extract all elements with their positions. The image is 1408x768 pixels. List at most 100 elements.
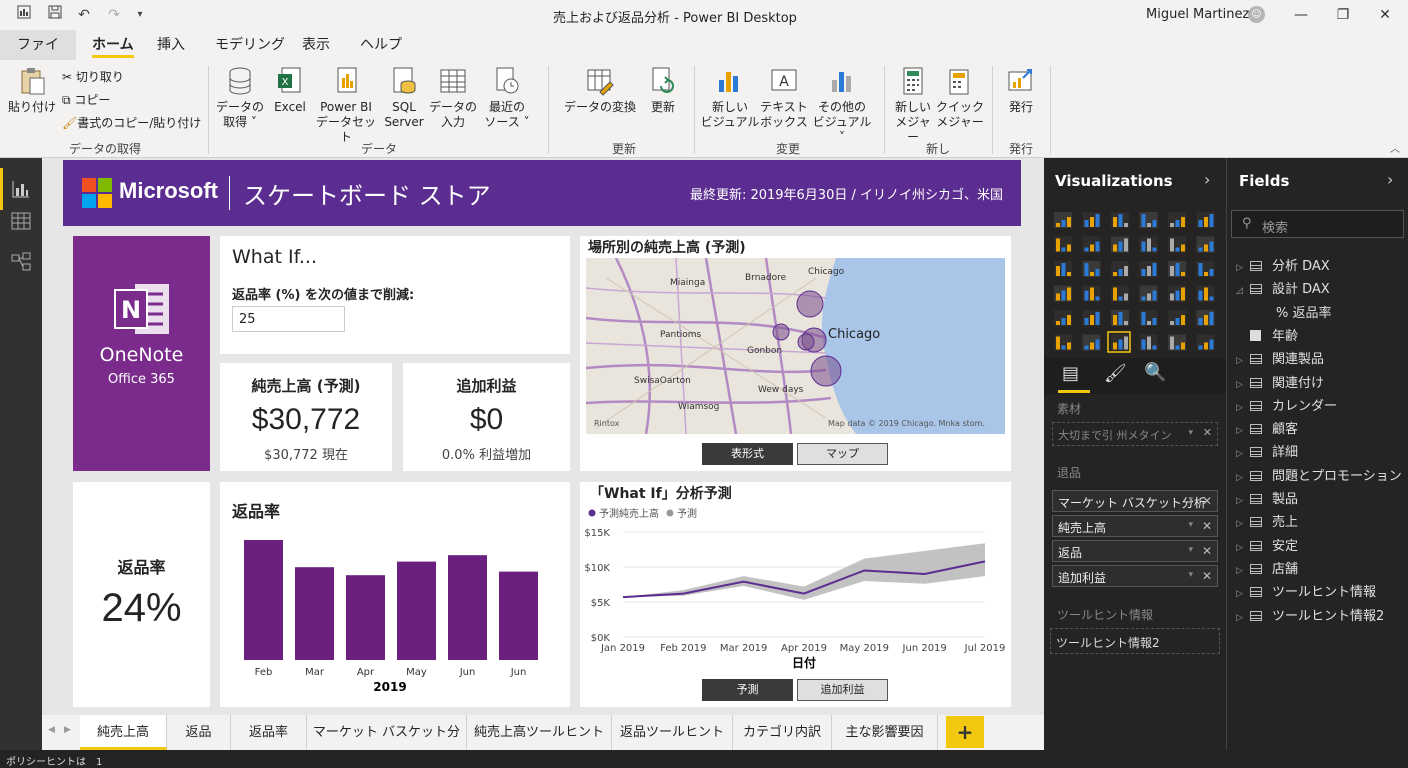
pbi-dataset-button[interactable]: Power BI データセット [314, 66, 378, 145]
field-list-item[interactable]: ▷ 問題とプロモーション [1236, 465, 1402, 484]
bar[interactable] [346, 575, 385, 660]
remove-icon[interactable]: ✕ [1202, 569, 1212, 583]
copy-button[interactable]: ⧉ コピー [62, 91, 110, 108]
tooltip-well[interactable]: ツールヒント情報2 [1050, 628, 1220, 654]
visual-type-icon[interactable] [1082, 261, 1101, 277]
add-page-button[interactable]: + [946, 716, 984, 748]
tabs-prev-icon[interactable]: ◀ [48, 725, 55, 735]
visual-type-icon[interactable] [1082, 285, 1101, 302]
visual-type-icon[interactable] [1168, 236, 1186, 253]
forecast-band[interactable] [623, 543, 985, 600]
remove-icon[interactable]: ✕ [1202, 494, 1212, 508]
visual-type-icon[interactable] [1054, 261, 1072, 277]
whatif-forecast-chart[interactable]: 「What If」分析予測 予測純売上高 予測 $0K $5K $10K $15K Jan … [580, 482, 1011, 707]
visual-type-icon[interactable] [1082, 310, 1101, 326]
other-visuals-button[interactable]: その他の ビジュアル ˅ [810, 66, 874, 145]
field-well-sales[interactable]: 純売上高 ▾ ✕ [1052, 515, 1218, 537]
visual-type-icon[interactable] [1168, 285, 1186, 302]
report-view-icon[interactable] [10, 178, 32, 200]
bar[interactable] [397, 561, 436, 660]
visual-type-icon[interactable] [1139, 212, 1158, 228]
map-bubble[interactable] [772, 323, 790, 341]
sql-server-button[interactable]: SQL Server [382, 66, 426, 130]
visual-type-gallery[interactable] [1044, 206, 1226, 356]
visual-type-icon[interactable] [1168, 310, 1186, 326]
collapse-ribbon-icon[interactable]: ︿ [1390, 140, 1400, 155]
get-data-button[interactable]: データの 取得 ˅ [214, 66, 266, 130]
visual-type-icon[interactable] [1139, 334, 1158, 351]
page-tab-sales[interactable]: 純売上高 [80, 715, 167, 750]
field-well-profit[interactable]: 追加利益 ▾ ✕ [1052, 565, 1218, 587]
paste-button[interactable]: 貼り付け [6, 66, 58, 115]
expand-icon[interactable]: ▷ [1236, 263, 1250, 273]
page-tab-category[interactable]: カテゴリ内訳 [733, 715, 832, 750]
visual-type-icon[interactable] [1139, 261, 1158, 277]
profit-button[interactable]: 追加利益 [797, 679, 888, 701]
remove-icon[interactable]: ✕ [1202, 519, 1212, 533]
field-list-item[interactable]: ▷ 売上 [1236, 511, 1298, 530]
visual-type-icon[interactable] [1082, 334, 1101, 351]
map-bubble[interactable] [797, 333, 815, 351]
field-list-item[interactable]: ▷ 安定 [1236, 535, 1298, 554]
expand-icon[interactable]: ▷ [1236, 613, 1250, 623]
tab-insert[interactable]: 挿入 [145, 30, 197, 60]
visual-type-icon[interactable] [1196, 285, 1215, 302]
field-list-item[interactable]: ▷ カレンダー [1236, 395, 1337, 414]
map-bubble[interactable] [810, 355, 842, 387]
analytics-tab-icon[interactable]: 🔍 [1144, 362, 1166, 383]
expand-icon[interactable]: ▷ [1236, 380, 1250, 390]
format-tab-icon[interactable]: 🖌 [1104, 363, 1127, 384]
visual-type-icon[interactable] [1082, 212, 1101, 228]
page-tab-returns[interactable]: 返品 [167, 715, 231, 750]
expand-icon[interactable]: ▷ [1236, 426, 1250, 436]
field-list-item[interactable]: ▷ 詳細 [1236, 441, 1298, 460]
map-canvas[interactable]: Chicago Brnadore Miainga Pantioms Chicag… [586, 258, 1005, 434]
expand-icon[interactable]: ▷ [1236, 519, 1250, 529]
field-list-item[interactable]: ▷ 関連製品 [1236, 348, 1324, 367]
page-tab-sales-tooltip[interactable]: 純売上高ツールヒント [467, 715, 612, 750]
cut-button[interactable]: ✂ 切り取り [62, 68, 124, 85]
field-list-item[interactable]: ▷ ツールヒント情報 [1236, 581, 1376, 600]
excel-button[interactable]: X Excel [270, 66, 310, 115]
visual-type-icon[interactable] [1054, 236, 1072, 253]
visual-type-icon[interactable] [1196, 334, 1215, 351]
tabs-next-icon[interactable]: ▶ [64, 725, 71, 735]
field-list-item[interactable]: ▷ ツールヒント情報2 [1236, 605, 1384, 624]
bar[interactable] [499, 571, 538, 660]
visual-type-icon[interactable] [1111, 285, 1129, 302]
visual-type-icon[interactable] [1168, 212, 1186, 228]
avatar[interactable]: ☺ [1248, 6, 1265, 23]
visual-type-icon[interactable] [1054, 334, 1072, 351]
fields-search-input[interactable]: ⚲ 検索 [1231, 210, 1404, 238]
tab-file[interactable]: ファイル [0, 30, 76, 83]
visual-type-icon[interactable] [1111, 212, 1129, 228]
checkbox[interactable] [1250, 329, 1261, 341]
bar[interactable] [295, 567, 334, 660]
new-visual-button[interactable]: 新しい ビジュアル [700, 66, 760, 130]
visual-type-icon[interactable] [1054, 310, 1072, 326]
remove-icon[interactable]: ✕ [1202, 544, 1212, 558]
expand-icon[interactable]: ▷ [1236, 473, 1250, 483]
field-list-item[interactable]: ▷ 製品 [1236, 488, 1298, 507]
forecast-button[interactable]: 予測 [702, 679, 793, 701]
expand-icon[interactable]: ▷ [1236, 356, 1250, 366]
field-well-returns[interactable]: 返品 ▾ ✕ [1052, 540, 1218, 562]
collapse-icon[interactable]: ◿ [1236, 286, 1250, 296]
whatif-input[interactable]: 25 [232, 306, 345, 332]
table-view-button[interactable]: 表形式 [702, 443, 793, 465]
map-bubble[interactable] [796, 290, 824, 318]
page-tab-return-rate[interactable]: 返品率 [231, 715, 307, 750]
remove-icon[interactable]: ✕ [1203, 426, 1212, 439]
visual-type-icon[interactable] [1196, 236, 1215, 253]
recent-sources-button[interactable]: 最近の ソース ˅ [482, 66, 532, 130]
map-view-button[interactable]: マップ [797, 443, 888, 465]
publish-button[interactable]: 発行 [998, 66, 1044, 115]
viz-pane-collapse-icon[interactable]: › [1204, 170, 1210, 189]
expand-icon[interactable]: ▷ [1236, 566, 1250, 576]
new-measure-button[interactable]: 新しい メジャー [890, 66, 936, 145]
return-rate-bar-chart[interactable]: 返品率 Feb Mar Apr May Jun Jun 2019 [220, 482, 570, 707]
map-visual[interactable]: 場所別の純売上高 (予測) Chicago Brnadore Miainga P… [580, 236, 1011, 471]
transform-data-button[interactable]: データの変換 [560, 66, 640, 115]
refresh-button[interactable]: 更新 [644, 66, 682, 115]
visual-type-icon[interactable] [1139, 285, 1158, 302]
